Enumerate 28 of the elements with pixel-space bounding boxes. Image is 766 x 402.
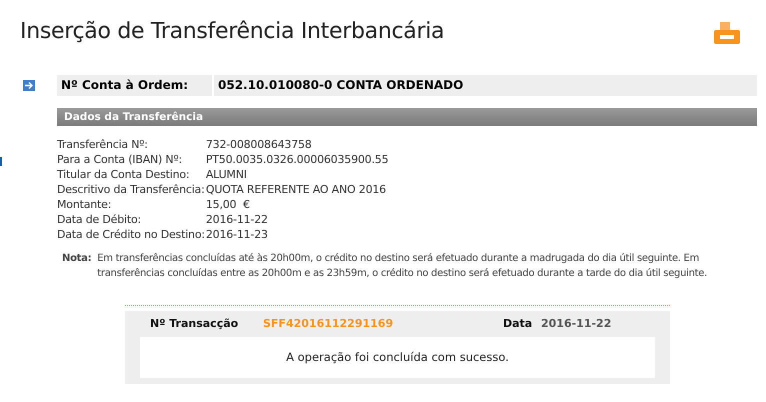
note-label: Nota: (62, 252, 92, 266)
transaction-label: Nº Transacção (150, 316, 240, 332)
success-message: A operação foi concluída com sucesso. (286, 348, 509, 366)
field-label: Data de Débito: (57, 212, 142, 227)
field-label: Descritivo da Transferência: (57, 182, 206, 197)
transaction-number: SFF42016112291169 (263, 316, 394, 332)
field-value: ALUMNI (206, 167, 247, 182)
field-label: Transferência Nº: (57, 137, 149, 152)
field-value: 15,00 € (206, 197, 250, 212)
field-label: Para a Conta (IBAN) Nº: (57, 152, 183, 167)
note-text: Em transferências concluídas até às 20h00m, o crédito no destino será efetuado durante a madrugada do dia útil seguinte. Em transferências concluídas entre as 20h00m e as 23h59m, o crédito no destino será efetuado durante a tarde do dia útil seguinte. (97, 252, 708, 281)
page-title: Inserção de Transferência Interbancária (20, 18, 444, 46)
field-value: QUOTA REFERENTE AO ANO 2016 (206, 182, 386, 197)
field-value: 2016-11-22 (206, 212, 268, 227)
section-header: Dados da Transferência (57, 108, 757, 126)
date-value: 2016-11-22 (541, 316, 612, 332)
arrow-right-icon[interactable] (23, 80, 35, 91)
print-icon[interactable] (714, 22, 740, 44)
field-label: Titular da Conta Destino: (57, 167, 190, 182)
field-label: Montante: (57, 197, 112, 212)
field-value: PT50.0035.0326.00006035900.55 (206, 152, 388, 167)
account-value: 052.10.010080-0 CONTA ORDENADO (214, 75, 757, 96)
field-value: 2016-11-23 (206, 227, 268, 242)
account-label: Nº Conta à Ordem: (57, 75, 212, 96)
date-label: Data (503, 316, 534, 332)
side-marker (0, 157, 2, 166)
field-value: 732-008008643758 (206, 137, 312, 152)
field-label: Data de Crédito no Destino: (57, 227, 206, 242)
